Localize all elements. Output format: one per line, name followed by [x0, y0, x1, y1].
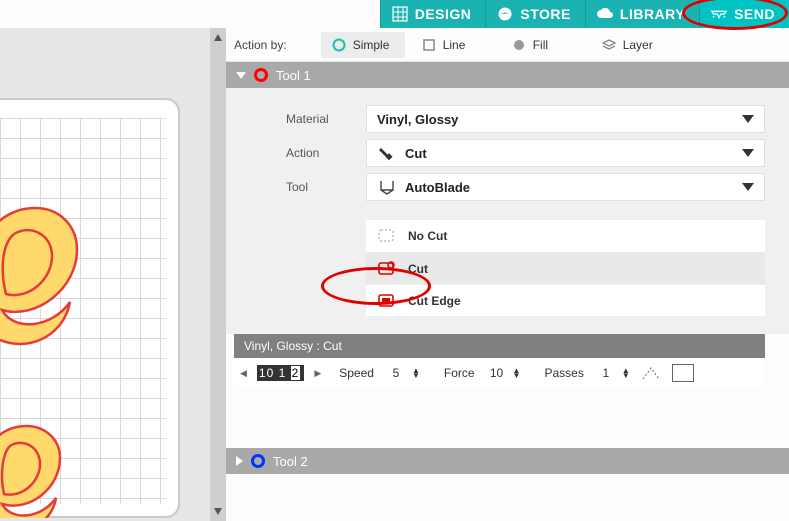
design-artwork	[0, 158, 170, 518]
force-stepper[interactable]: 10 ▲▼	[485, 366, 521, 380]
actionby-opt-label: Fill	[533, 38, 548, 52]
force-label: Force	[444, 366, 475, 380]
tool-color-icon	[251, 454, 265, 468]
send-panel: Action by: Simple Line Fill Layer Tool 1	[226, 28, 789, 521]
passes-value: 1	[594, 366, 618, 380]
dropdown-value: Cut	[405, 146, 427, 161]
tool-title: Tool 2	[273, 454, 308, 469]
cut-settings-header: Vinyl, Glossy : Cut	[234, 334, 765, 358]
force-value: 10	[485, 366, 509, 380]
panel-splitter[interactable]	[210, 28, 226, 521]
cutedge-icon	[376, 292, 398, 310]
fill-icon	[511, 37, 527, 53]
nav-tab-store[interactable]: STORE	[485, 0, 584, 28]
cutting-mat	[0, 98, 180, 518]
nav-tab-send[interactable]: SEND	[699, 0, 789, 28]
chevron-down-icon	[742, 183, 754, 191]
speed-value: 5	[384, 366, 408, 380]
nav-label: LIBRARY	[620, 6, 685, 22]
stepper-arrows[interactable]: ▲▼	[513, 368, 521, 378]
option-label: Cut Edge	[408, 294, 461, 308]
cut-settings-row: ◀ 10 1 2 ▶ Speed 5 ▲▼ Force 10 ▲▼ Passes…	[234, 358, 765, 388]
action-dropdown[interactable]: Cut	[366, 139, 765, 167]
settings-title: Vinyl, Glossy : Cut	[244, 339, 342, 353]
blade-depth-display[interactable]: 10 1 2	[257, 365, 304, 381]
collapse-icon	[236, 72, 246, 79]
top-nav: DESIGN STORE LIBRARY SEND	[0, 0, 789, 28]
speed-label: Speed	[339, 366, 374, 380]
autoblade-icon	[377, 178, 395, 196]
tool1-header[interactable]: Tool 1	[226, 62, 789, 88]
tool-dropdown[interactable]: AutoBlade	[366, 173, 765, 201]
passes-label: Passes	[544, 366, 583, 380]
cloud-icon	[596, 5, 614, 23]
send-icon	[710, 5, 728, 23]
actionby-line[interactable]: Line	[411, 32, 495, 58]
nav-label: STORE	[520, 6, 570, 22]
cut-icon	[376, 260, 398, 278]
nav-tab-design[interactable]: DESIGN	[380, 0, 486, 28]
dropdown-value: Vinyl, Glossy	[377, 112, 458, 127]
stepper-arrows[interactable]: ▲▼	[622, 368, 630, 378]
tool1-body: Material Vinyl, Glossy Action Cut Tool	[226, 88, 789, 334]
circle-icon	[331, 37, 347, 53]
actionby-opt-label: Simple	[353, 38, 390, 52]
option-cut-edge[interactable]: Cut Edge	[366, 284, 765, 316]
action-label: Action	[286, 146, 366, 160]
expand-icon	[236, 456, 243, 466]
material-label: Material	[286, 112, 366, 126]
dropdown-value: AutoBlade	[405, 180, 470, 195]
tool2-header[interactable]: Tool 2	[226, 448, 789, 474]
material-dropdown[interactable]: Vinyl, Glossy	[366, 105, 765, 133]
tool-title: Tool 1	[276, 68, 311, 83]
overcut-icon[interactable]	[640, 364, 662, 382]
grid-icon	[391, 5, 409, 23]
chevron-down-icon	[742, 149, 754, 157]
stepper-arrows[interactable]: ▲▼	[412, 368, 420, 378]
line-icon	[421, 37, 437, 53]
actionby-simple[interactable]: Simple	[321, 32, 405, 58]
nav-tab-library[interactable]: LIBRARY	[585, 0, 699, 28]
tool-label: Tool	[286, 180, 366, 194]
blade-icon	[377, 144, 395, 162]
design-canvas[interactable]	[0, 28, 210, 521]
option-label: Cut	[408, 262, 428, 276]
option-label: No Cut	[408, 229, 447, 243]
action-by-label: Action by:	[234, 38, 287, 52]
line-segment-overcut[interactable]	[672, 364, 694, 382]
blade-left-arrow[interactable]: ◀	[240, 368, 247, 379]
nocut-icon	[376, 227, 398, 245]
speed-stepper[interactable]: 5 ▲▼	[384, 366, 420, 380]
actionby-fill[interactable]: Fill	[501, 32, 585, 58]
cut-options: No Cut Cut Cut Edge	[366, 220, 765, 316]
passes-stepper[interactable]: 1 ▲▼	[594, 366, 630, 380]
store-icon	[496, 5, 514, 23]
actionby-opt-label: Layer	[623, 38, 653, 52]
blade-right-arrow[interactable]: ▶	[314, 368, 321, 379]
option-no-cut[interactable]: No Cut	[366, 220, 765, 252]
tool-color-icon	[254, 68, 268, 82]
layer-icon	[601, 37, 617, 53]
actionby-opt-label: Line	[443, 38, 466, 52]
action-by-bar: Action by: Simple Line Fill Layer	[226, 28, 789, 62]
nav-label: DESIGN	[415, 6, 472, 22]
chevron-down-icon	[742, 115, 754, 123]
option-cut[interactable]: Cut	[366, 252, 765, 284]
actionby-layer[interactable]: Layer	[591, 32, 675, 58]
nav-label: SEND	[734, 6, 775, 22]
